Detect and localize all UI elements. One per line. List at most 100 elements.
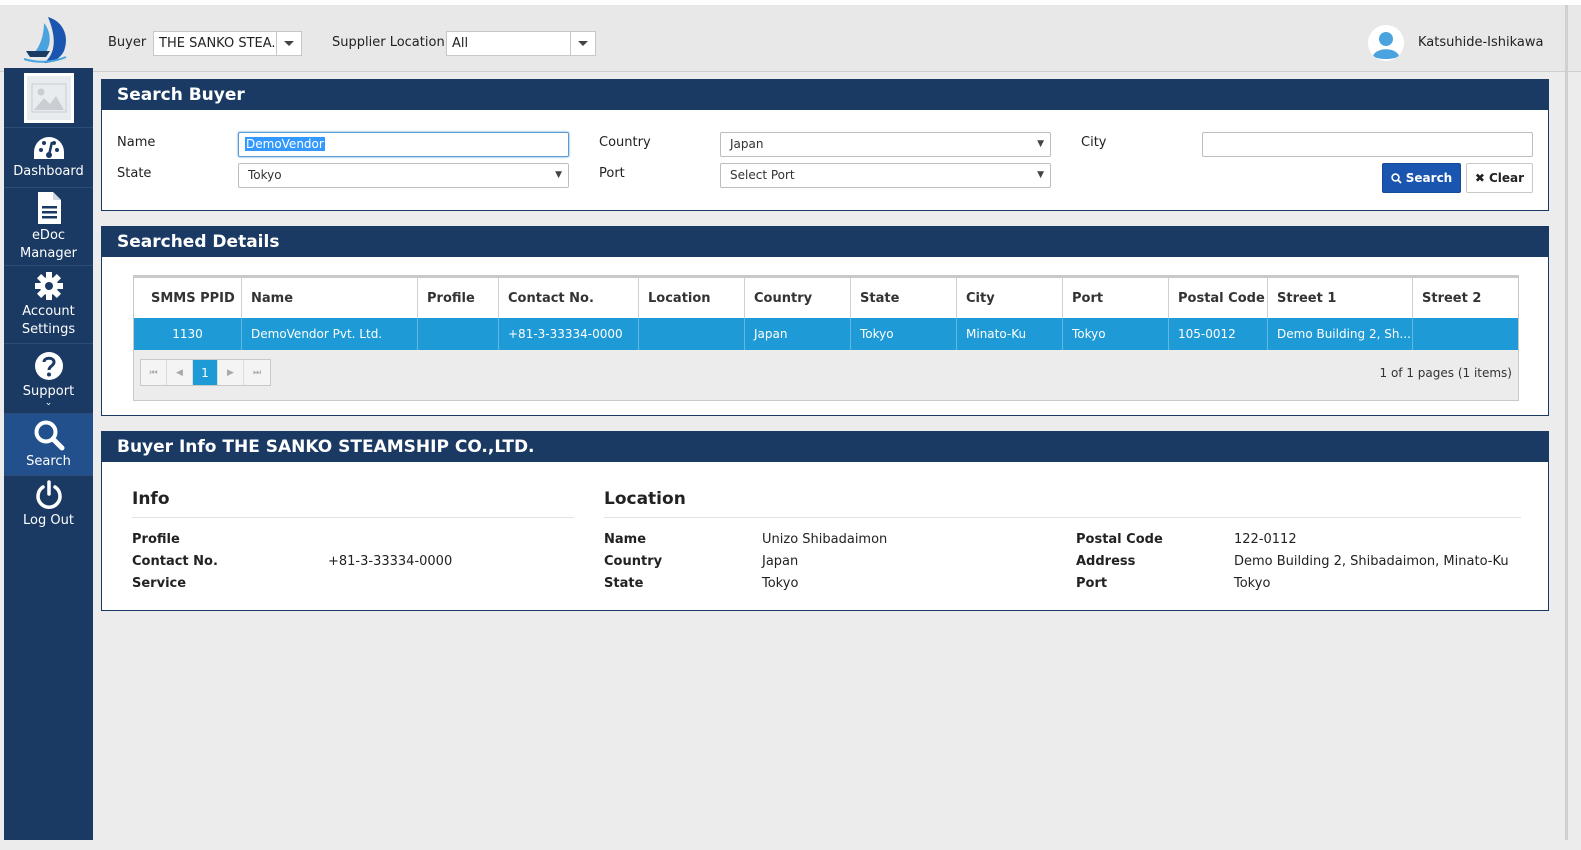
sidebar-item-label: eDoc Manager [20,227,77,261]
cell-contact-no: +81-3-33334-0000 [499,318,639,350]
panel-title: Search Buyer [102,80,1548,110]
cell-port: Tokyo [1063,318,1169,350]
divider [604,517,1521,518]
cell-profile [418,318,499,350]
next-page-icon[interactable]: ▶ [218,360,244,385]
image-placeholder-icon [23,72,74,123]
service-label: Service [132,576,187,591]
grid-header: SMMS PPID Name Profile Contact No. Locat… [134,276,1518,318]
column-header-port[interactable]: Port [1063,278,1169,318]
sidebar-item-label: Search [26,453,71,469]
location-state-label: State [604,576,644,591]
panel-title: Searched Details [102,227,1548,257]
chevron-down-icon[interactable] [276,32,301,55]
question-icon [34,352,63,380]
search-icon [1391,172,1402,184]
column-header-state[interactable]: State [851,278,957,318]
contact-value: +81-3-33334-0000 [328,554,453,569]
column-header-street-1[interactable]: Street 1 [1268,278,1413,318]
column-header-postal-code[interactable]: Postal Code [1169,278,1268,318]
close-icon: ✖ [1474,171,1485,185]
location-name-label: Name [604,532,647,547]
app-logo[interactable] [22,13,74,67]
sidebar-item-label: Log Out [23,513,74,528]
document-icon [37,191,61,224]
supplier-location-value: All [452,36,469,51]
postal-code-label: Postal Code [1076,532,1163,547]
column-header-smms-ppid[interactable]: SMMS PPID [134,278,242,318]
page-scrollbar[interactable] [1565,5,1568,840]
postal-code-value: 122-0112 [1234,532,1297,547]
pager: ⏮ ◀ 1 ▶ ⏭ [140,359,271,386]
clear-button[interactable]: ✖ Clear [1466,163,1533,193]
sidebar-item-account-settings[interactable]: Account Settings [4,266,93,344]
chevron-down-icon[interactable]: ▼ [1037,164,1044,187]
last-page-icon[interactable]: ⏭ [244,360,270,385]
username[interactable]: Katsuhide-Ishikawa [1418,35,1544,50]
power-icon [35,480,62,509]
location-country-label: Country [604,554,663,569]
column-header-street-2[interactable]: Street 2 [1413,278,1518,318]
sidebar-item-dashboard[interactable]: Dashboard [4,128,93,188]
city-input[interactable] [1202,132,1533,157]
cell-country: Japan [745,318,851,350]
first-page-icon[interactable]: ⏮ [141,360,167,385]
port-label: Port [1076,576,1108,591]
location-heading: Location [604,489,686,509]
column-header-location[interactable]: Location [639,278,745,318]
port-value: Tokyo [1234,576,1271,591]
dashboard-icon [33,136,64,159]
column-header-profile[interactable]: Profile [418,278,499,318]
results-grid: SMMS PPID Name Profile Contact No. Locat… [133,275,1519,401]
city-label: City [1081,135,1107,150]
search-buyer-panel: Search Buyer Name DemoVendor Country Jap… [101,79,1549,211]
gear-icon [34,271,63,300]
sidebar-item-log-out[interactable]: Log Out [4,476,93,534]
divider [132,517,574,518]
info-heading: Info [132,489,170,509]
buyer-select[interactable]: THE SANKO STEA... [153,31,302,56]
profile-photo[interactable] [4,68,93,128]
supplier-location-select[interactable]: All [446,31,596,56]
column-header-city[interactable]: City [957,278,1063,318]
port-select[interactable]: Select Port ▼ [720,163,1051,188]
country-select[interactable]: Japan ▼ [720,132,1051,157]
cell-smms-ppid: 1130 [134,318,242,350]
cell-postal-code: 105-0012 [1169,318,1268,350]
panel-title: Buyer Info THE SANKO STEAMSHIP CO.,LTD. [102,432,1548,462]
address-value: Demo Building 2, Shibadaimon, Minato-Ku [1234,554,1509,569]
pager-info: 1 of 1 pages (1 items) [1379,366,1513,380]
chevron-down-icon[interactable]: ▼ [555,164,562,187]
location-name-value: Unizo Shibadaimon [762,532,888,547]
chevron-down-icon[interactable]: ⌄ [45,399,53,408]
sidebar-item-support[interactable]: Support ⌄ [4,344,93,414]
prev-page-icon[interactable]: ◀ [167,360,193,385]
buyer-select-value: THE SANKO STEA... [159,36,276,51]
address-label: Address [1076,554,1136,569]
sidebar-item-label: Account Settings [21,303,76,337]
sidebar-item-search[interactable]: Search [4,414,93,476]
sidebar-item-edoc-manager[interactable]: eDoc Manager [4,188,93,266]
contact-label: Contact No. [132,554,218,569]
chevron-down-icon[interactable]: ▼ [1037,133,1044,156]
name-label: Name [117,135,156,150]
clear-button-label: Clear [1488,171,1525,185]
state-select[interactable]: Tokyo ▼ [238,163,569,188]
column-header-name[interactable]: Name [242,278,418,318]
location-state-value: Tokyo [762,576,799,591]
search-icon [34,420,64,450]
table-row[interactable]: 1130 DemoVendor Pvt. Ltd. +81-3-33334-00… [134,318,1518,350]
page-number-button[interactable]: 1 [193,360,218,385]
buyer-info-panel: Buyer Info THE SANKO STEAMSHIP CO.,LTD. … [101,431,1549,611]
sidebar: Dashboard eDoc Manager Account Settings [4,68,93,840]
cell-state: Tokyo [851,318,957,350]
location-country-value: Japan [762,554,799,569]
name-input[interactable]: DemoVendor [238,132,569,157]
column-header-contact-no[interactable]: Contact No. [499,278,639,318]
user-avatar-icon[interactable] [1368,25,1404,61]
cell-street-1: Demo Building 2, Sh... [1268,318,1413,350]
column-header-country[interactable]: Country [745,278,851,318]
search-button[interactable]: Search [1382,163,1461,193]
chevron-down-icon[interactable] [570,32,595,55]
name-input-value: DemoVendor [245,137,325,151]
